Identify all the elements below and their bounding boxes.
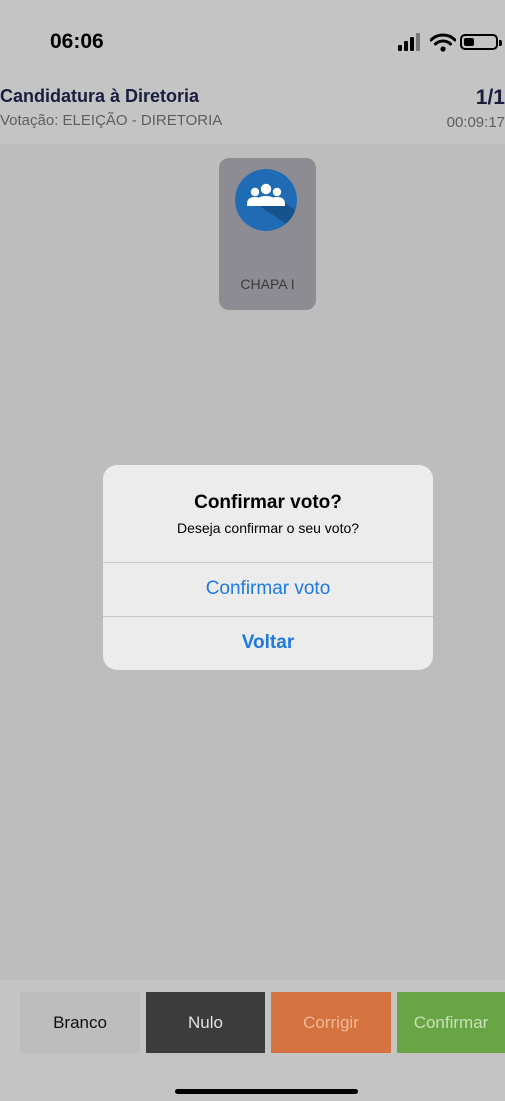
- ballot-counter: 1/1: [475, 86, 505, 109]
- status-icons: [398, 33, 505, 53]
- page-title: Candidatura à Diretoria: [0, 86, 200, 106]
- dialog-title: Confirmar voto?: [194, 492, 342, 513]
- dialog-message: Deseja confirmar o seu voto?: [176, 520, 360, 536]
- status-bar: 06:06: [0, 0, 505, 78]
- wifi-icon: [430, 33, 456, 52]
- branco-button[interactable]: Branco: [20, 992, 140, 1053]
- group-icon: [235, 169, 297, 231]
- candidate-card-chapa-i[interactable]: CHAPA I: [219, 158, 316, 310]
- signal-icon: [398, 33, 424, 51]
- candidate-label: CHAPA I: [240, 276, 295, 292]
- back-button[interactable]: Voltar: [103, 617, 433, 669]
- confirm-vote-dialog: Confirmar voto? Deseja confirmar o seu v…: [103, 465, 433, 670]
- confirm-vote-button[interactable]: Confirmar voto: [103, 563, 433, 615]
- nulo-button[interactable]: Nulo: [146, 992, 265, 1053]
- home-indicator[interactable]: [175, 1089, 358, 1094]
- voting-header: Candidatura à Diretoria Votação: ELEIÇÃO…: [0, 78, 505, 144]
- session-timer: 00:09:17: [446, 114, 505, 131]
- voting-subtitle: Votação: ELEIÇÃO - DIRETORIA: [0, 112, 223, 129]
- corrigir-button[interactable]: Corrigir: [271, 992, 391, 1053]
- vote-actions-bar: Branco Nulo Corrigir Confirmar: [0, 980, 505, 1101]
- status-time: 06:06: [50, 30, 104, 53]
- confirmar-button[interactable]: Confirmar: [397, 992, 505, 1053]
- battery-icon: [460, 34, 502, 50]
